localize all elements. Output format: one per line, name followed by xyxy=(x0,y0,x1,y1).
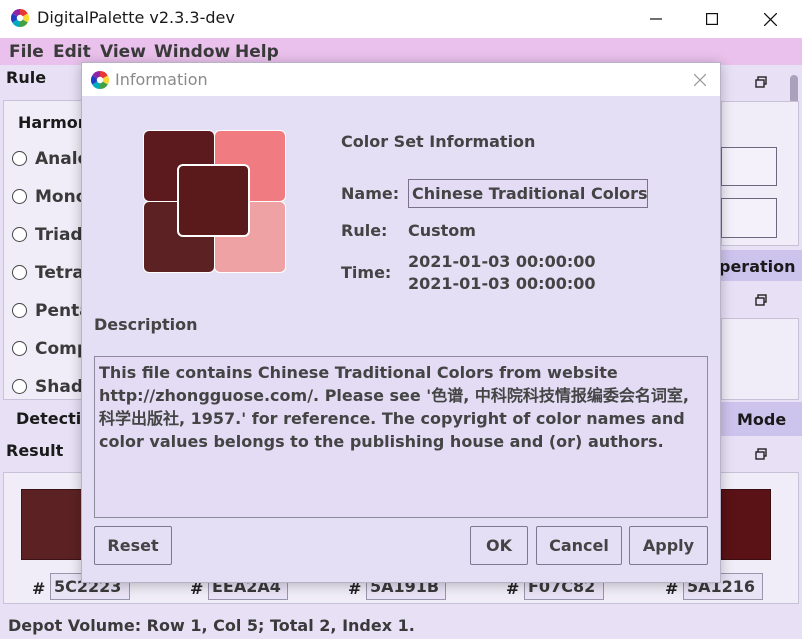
rule-section-title: Rule xyxy=(6,68,47,87)
rule-label: Rule: xyxy=(341,221,388,240)
color-wheel-icon xyxy=(91,71,109,89)
rule-detail-field-2[interactable] xyxy=(721,198,777,238)
dialog-title: Information xyxy=(115,70,208,89)
rule-radio-pentad[interactable] xyxy=(12,303,27,318)
close-button[interactable] xyxy=(741,0,799,38)
status-text: Depot Volume: Row 1, Col 5; Total 2, Ind… xyxy=(8,616,415,635)
time-label: Time: xyxy=(341,263,392,282)
color-wheel-icon xyxy=(11,9,29,27)
minimize-button[interactable] xyxy=(627,0,685,38)
rule-label-triad: Triad xyxy=(35,225,83,245)
menu-file[interactable]: File xyxy=(9,42,44,62)
harmony-group-title: Harmon xyxy=(18,113,90,132)
description-text: This file contains Chinese Traditional C… xyxy=(99,363,689,451)
reset-button[interactable]: Reset xyxy=(94,526,172,565)
time-created: 2021-01-03 00:00:00 xyxy=(408,252,596,271)
dialog-close-button[interactable] xyxy=(688,68,712,92)
palette-swatch-center[interactable] xyxy=(177,164,250,237)
rule-radio-analogous[interactable] xyxy=(12,151,27,166)
close-icon xyxy=(763,12,777,26)
float-window-icon[interactable] xyxy=(755,448,767,460)
cancel-button[interactable]: Cancel xyxy=(536,526,622,565)
apply-button[interactable]: Apply xyxy=(629,526,708,565)
description-label: Description xyxy=(94,315,198,334)
rule-radio-tetrad[interactable] xyxy=(12,265,27,280)
rule-radio-complementary[interactable] xyxy=(12,341,27,356)
time-modified: 2021-01-03 00:00:00 xyxy=(408,274,596,293)
color-set-info-heading: Color Set Information xyxy=(341,132,536,151)
rule-radio-monochromatic[interactable] xyxy=(12,189,27,204)
name-input[interactable]: Chinese Traditional Colors xyxy=(408,179,648,208)
rule-value: Custom xyxy=(408,221,476,240)
window-title: DigitalPalette v2.3.3-dev xyxy=(37,8,235,27)
ok-button[interactable]: OK xyxy=(470,526,528,565)
result-swatch-right[interactable] xyxy=(721,489,771,560)
operation-tab-label: peration xyxy=(719,257,796,276)
result-section-title: Result xyxy=(6,441,64,460)
minimize-icon xyxy=(650,18,662,20)
name-label: Name: xyxy=(341,184,400,203)
hex-prefix: # xyxy=(32,579,46,598)
rule-radio-shade[interactable] xyxy=(12,379,27,394)
menu-view[interactable]: View xyxy=(100,42,146,62)
rule-label-monochromatic: Mono xyxy=(35,187,88,207)
rule-detail-field-1[interactable] xyxy=(721,147,777,186)
rule-radio-triad[interactable] xyxy=(12,227,27,242)
menu-edit[interactable]: Edit xyxy=(53,42,91,62)
close-icon xyxy=(694,74,706,86)
float-window-icon[interactable] xyxy=(755,76,767,88)
menu-help[interactable]: Help xyxy=(235,42,279,62)
result-swatch-left[interactable] xyxy=(21,489,83,560)
float-window-icon[interactable] xyxy=(755,294,767,306)
operation-panel xyxy=(721,318,799,400)
maximize-icon xyxy=(706,13,718,25)
menu-window[interactable]: Window xyxy=(154,42,230,62)
maximize-button[interactable] xyxy=(683,0,741,38)
mode-tab-label: Mode xyxy=(737,410,787,429)
